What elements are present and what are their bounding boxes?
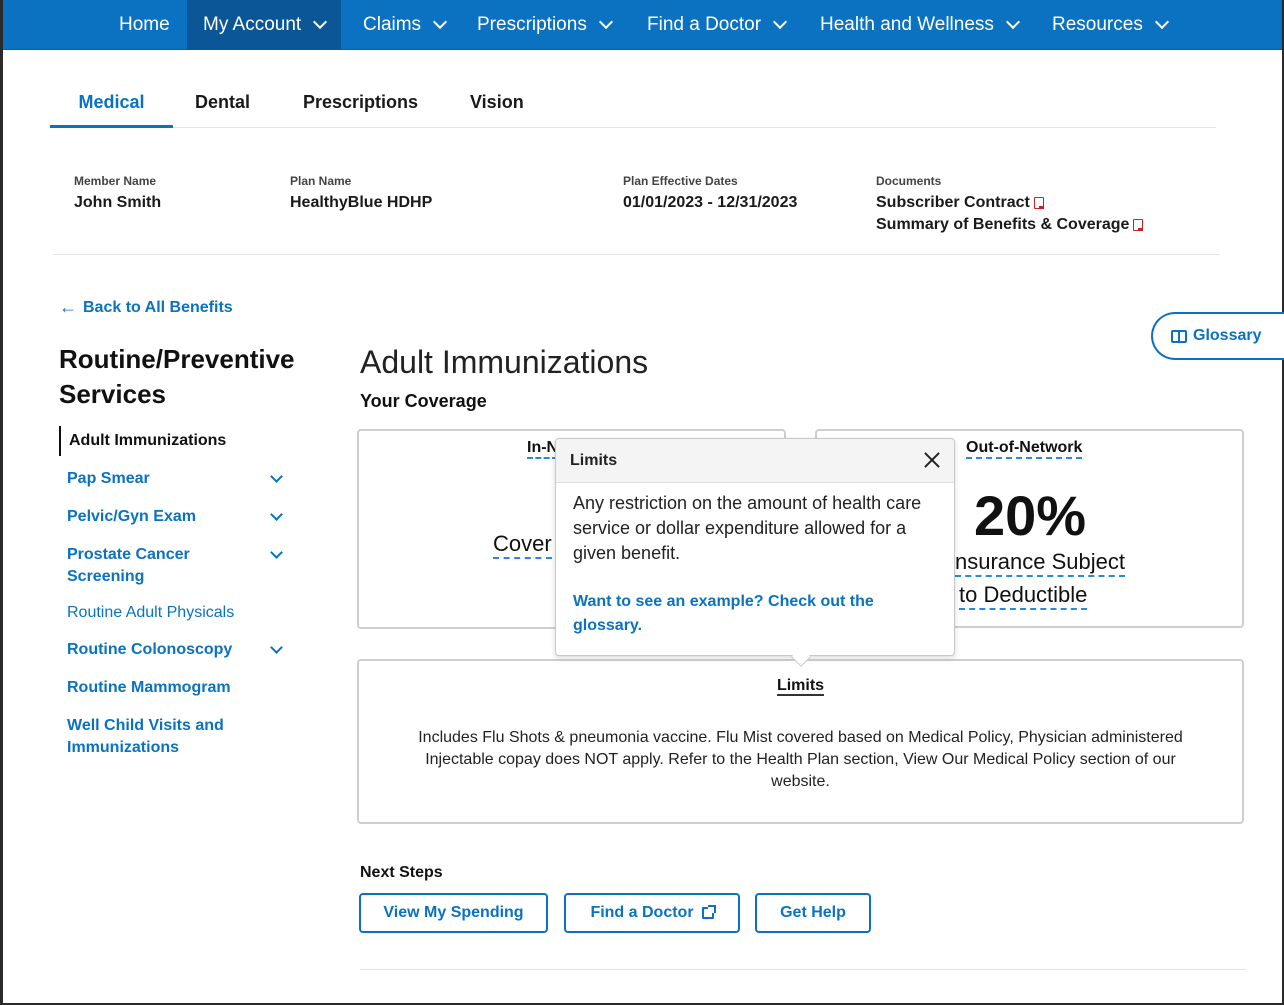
- nav-health-and-wellness[interactable]: Health and Wellness: [804, 0, 1034, 50]
- popup-header: Limits: [556, 439, 954, 483]
- sidebar-item-adult-immunizations[interactable]: Adult Immunizations: [69, 430, 289, 452]
- sidebar-item-well-child-visits[interactable]: Well Child Visits and Immunizations: [67, 715, 247, 759]
- doc-summary-of-benefits[interactable]: Summary of Benefits & Coverage: [876, 214, 1144, 236]
- out-of-network-percent: 20%: [974, 484, 1087, 547]
- find-a-doctor-button[interactable]: Find a Doctor: [564, 893, 740, 933]
- nav-resources-label: Resources: [1052, 14, 1143, 35]
- sidebar-item-routine-adult-physicals[interactable]: Routine Adult Physicals: [67, 602, 287, 624]
- doc-subscriber-contract-label: Subscriber Contract: [876, 194, 1030, 211]
- limits-description: Includes Flu Shots & pneumonia vaccine. …: [418, 729, 1183, 790]
- book-icon: [1171, 329, 1187, 343]
- plan-dates-label: Plan Effective Dates: [623, 174, 738, 188]
- chevron-down-icon: [1154, 14, 1169, 30]
- nav-home-label: Home: [119, 14, 170, 35]
- divider: [360, 969, 1246, 970]
- doc-subscriber-contract[interactable]: Subscriber Contract: [876, 192, 1143, 214]
- nav-resources[interactable]: Resources: [1036, 0, 1183, 50]
- sidebar-item-pap-smear[interactable]: Pap Smear: [67, 468, 287, 490]
- in-network-heading[interactable]: In-N: [527, 439, 559, 459]
- your-coverage-heading: Your Coverage: [360, 391, 487, 411]
- member-name: John Smith: [74, 194, 162, 211]
- nav-prescriptions[interactable]: Prescriptions: [461, 0, 627, 50]
- deductible-text[interactable]: to Deductible: [959, 582, 1088, 610]
- benefit-tabs: Medical Dental Prescriptions Vision: [50, 86, 1216, 128]
- next-steps-heading: Next Steps: [360, 864, 443, 881]
- chevron-down-icon: [313, 14, 328, 30]
- sidebar-item-prostate-cancer-screening[interactable]: Prostate Cancer Screening: [67, 544, 247, 588]
- coinsurance-text[interactable]: nsurance Subject: [955, 549, 1125, 577]
- close-icon[interactable]: [922, 450, 942, 470]
- nav-claims[interactable]: Claims: [347, 0, 461, 50]
- popup-title: Limits: [570, 452, 618, 469]
- tab-prescriptions[interactable]: Prescriptions: [303, 86, 418, 128]
- view-my-spending-label: View My Spending: [383, 904, 524, 921]
- nav-claims-label: Claims: [363, 14, 422, 35]
- divider: [53, 254, 1220, 255]
- documents-label: Documents: [876, 174, 942, 188]
- glossary-button[interactable]: Glossary: [1151, 312, 1284, 360]
- glossary-example-link[interactable]: Want to see an example? Check out the gl…: [573, 590, 913, 638]
- sidebar-item-routine-mammogram[interactable]: Routine Mammogram: [67, 677, 287, 699]
- sidebar-title: Routine/Preventive Services: [59, 344, 295, 409]
- pdf-icon: [1033, 197, 1044, 209]
- find-a-doctor-label: Find a Doctor: [590, 904, 694, 921]
- nav-find-a-doctor-label: Find a Doctor: [647, 14, 762, 35]
- external-link-icon: [701, 905, 716, 919]
- back-link-label: Back to All Benefits: [83, 298, 233, 316]
- get-help-button[interactable]: Get Help: [755, 893, 871, 933]
- sidebar-item-pelvic-gyn-exam[interactable]: Pelvic/Gyn Exam: [67, 506, 287, 528]
- limits-tooltip-popup: Limits Any restriction on the amount of …: [555, 438, 955, 667]
- sidebar-item-routine-colonoscopy[interactable]: Routine Colonoscopy: [67, 639, 287, 661]
- plan-dates-block: Plan Effective Dates 01/01/2023 - 12/31/…: [623, 174, 797, 214]
- nav-my-account[interactable]: My Account: [187, 0, 342, 50]
- nav-home[interactable]: Home: [103, 0, 186, 50]
- pdf-icon: [1133, 219, 1144, 231]
- arrow-left-icon: ←: [59, 297, 77, 317]
- nav-prescriptions-label: Prescriptions: [477, 14, 587, 35]
- view-my-spending-button[interactable]: View My Spending: [359, 893, 548, 933]
- out-of-network-heading[interactable]: Out-of-Network: [966, 439, 1083, 459]
- documents-list: Subscriber Contract Summary of Benefits …: [876, 192, 1144, 236]
- plan-name: HealthyBlue HDHP: [290, 194, 433, 211]
- member-name-block: Member Name John Smith: [74, 174, 161, 214]
- back-to-all-benefits-link[interactable]: ← Back to All Benefits: [59, 297, 233, 318]
- popup-body: Any restriction on the amount of health …: [573, 493, 922, 563]
- tab-medical[interactable]: Medical: [50, 86, 173, 128]
- plan-name-block: Plan Name HealthyBlue HDHP: [290, 174, 432, 214]
- current-item-indicator: [59, 426, 61, 456]
- doc-summary-of-benefits-label: Summary of Benefits & Coverage: [876, 216, 1130, 233]
- nav-health-and-wellness-label: Health and Wellness: [820, 14, 994, 35]
- nav-find-a-doctor[interactable]: Find a Doctor: [631, 0, 801, 50]
- page-title: Adult Immunizations: [360, 344, 649, 380]
- nav-my-account-label: My Account: [203, 14, 302, 35]
- plan-name-label: Plan Name: [290, 174, 352, 188]
- glossary-label: Glossary: [1193, 327, 1262, 344]
- tab-dental[interactable]: Dental: [195, 86, 250, 128]
- tab-vision[interactable]: Vision: [470, 86, 524, 128]
- member-name-label: Member Name: [74, 174, 157, 188]
- chevron-down-icon: [432, 14, 448, 30]
- documents-block: Documents Subscriber Contract Summary of…: [876, 174, 1144, 236]
- top-navigation: Home My Account Claims Prescriptions Fin…: [3, 0, 1282, 50]
- get-help-label: Get Help: [780, 904, 846, 921]
- chevron-down-icon: [1005, 14, 1020, 30]
- chevron-down-icon: [598, 14, 613, 30]
- chevron-down-icon: [772, 14, 788, 30]
- plan-dates: 01/01/2023 - 12/31/2023: [623, 194, 798, 211]
- limits-heading[interactable]: Limits: [776, 677, 825, 696]
- in-network-coverage-text[interactable]: Cover: [493, 531, 552, 559]
- limits-card: Limits Includes Flu Shots & pneumonia va…: [357, 659, 1244, 824]
